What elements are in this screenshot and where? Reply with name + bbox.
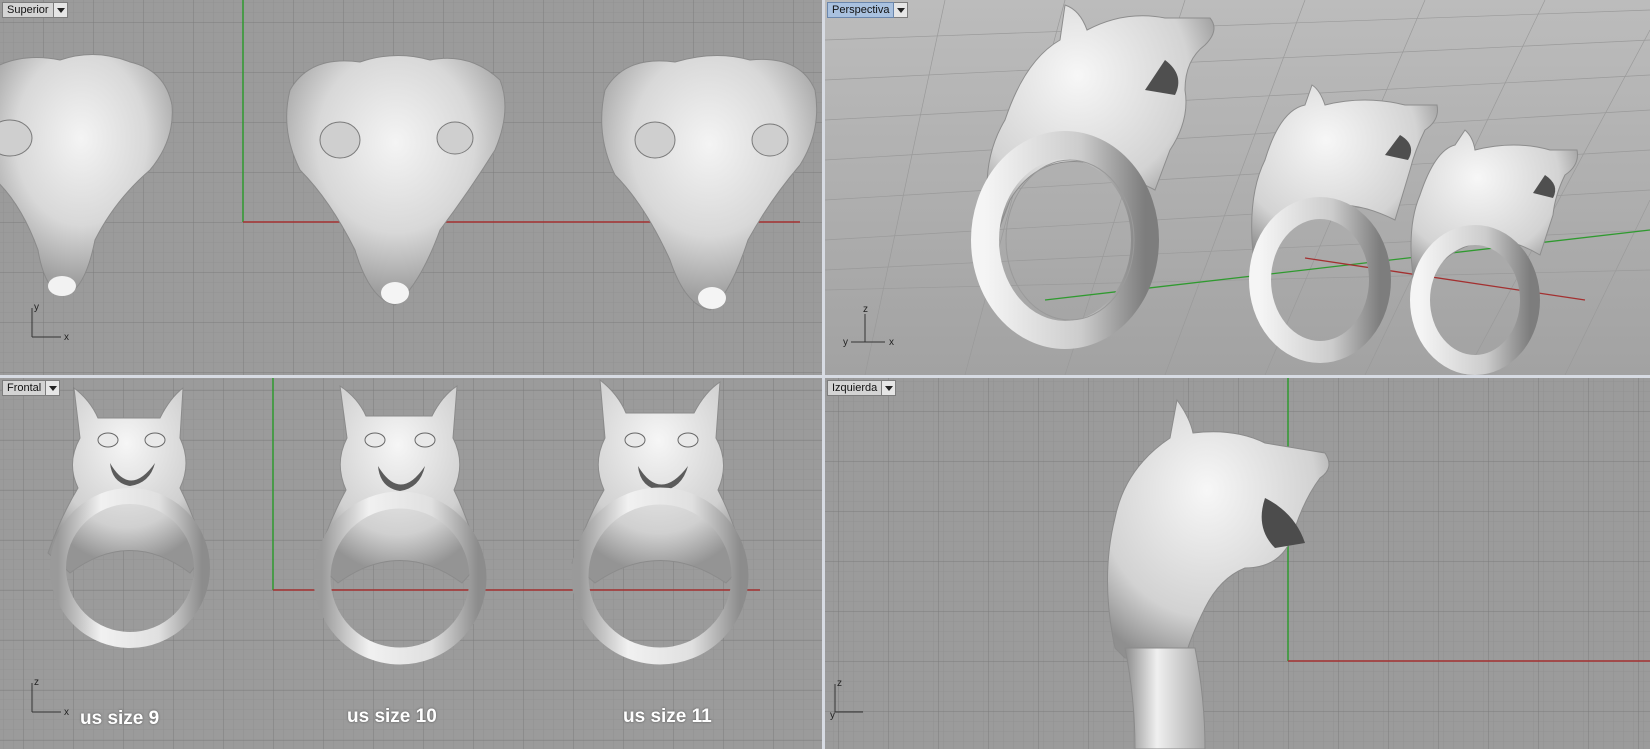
wolf-ring-small [1410, 129, 1578, 375]
wolf-head-top-2 [286, 54, 506, 306]
viewport-menu-arrow-icon[interactable] [894, 2, 909, 18]
viewport-perspective[interactable]: z x y Perspectiva [825, 0, 1650, 375]
wolf-head-top-1 [0, 53, 173, 296]
wolf-ring-model-side-view[interactable] [825, 378, 1650, 749]
wolf-ring-model-perspective[interactable] [825, 0, 1650, 375]
size-label-10: us size 10 [347, 706, 437, 727]
viewport-tab-left[interactable]: Izquierda [827, 380, 897, 396]
viewport-label[interactable]: Frontal [2, 380, 47, 396]
viewport-label[interactable]: Perspectiva [827, 2, 895, 18]
wolf-ring-medium [1249, 84, 1438, 363]
viewport-label[interactable]: Superior [2, 2, 54, 18]
wolf-head-top-3 [601, 54, 818, 311]
viewport-left[interactable]: z y Izquierda [825, 378, 1650, 749]
viewport-tab-front[interactable]: Frontal [2, 380, 61, 396]
viewport-menu-arrow-icon[interactable] [53, 2, 68, 18]
wolf-ring-side [1107, 398, 1330, 749]
wolf-ring-front-size-11 [571, 378, 749, 665]
viewport-tab-top[interactable]: Superior [2, 2, 68, 18]
size-label-11: us size 11 [623, 706, 712, 727]
wolf-ring-model-top-views[interactable] [0, 0, 822, 375]
viewport-menu-arrow-icon[interactable] [882, 380, 897, 396]
wolf-ring-large [971, 4, 1215, 349]
viewport-label[interactable]: Izquierda [827, 380, 883, 396]
viewport-tab-perspective[interactable]: Perspectiva [827, 2, 909, 18]
viewport-menu-arrow-icon[interactable] [46, 380, 61, 396]
wolf-ring-front-size-9 [47, 386, 210, 648]
size-label-9: us size 9 [80, 708, 160, 729]
wolf-ring-front-size-10 [313, 384, 487, 665]
wolf-ring-model-front-views[interactable] [0, 378, 822, 749]
viewport-front[interactable]: z x us size 9 us size 10 us size 11 Fron… [0, 378, 822, 749]
viewport-top[interactable]: y x Superior [0, 0, 822, 375]
